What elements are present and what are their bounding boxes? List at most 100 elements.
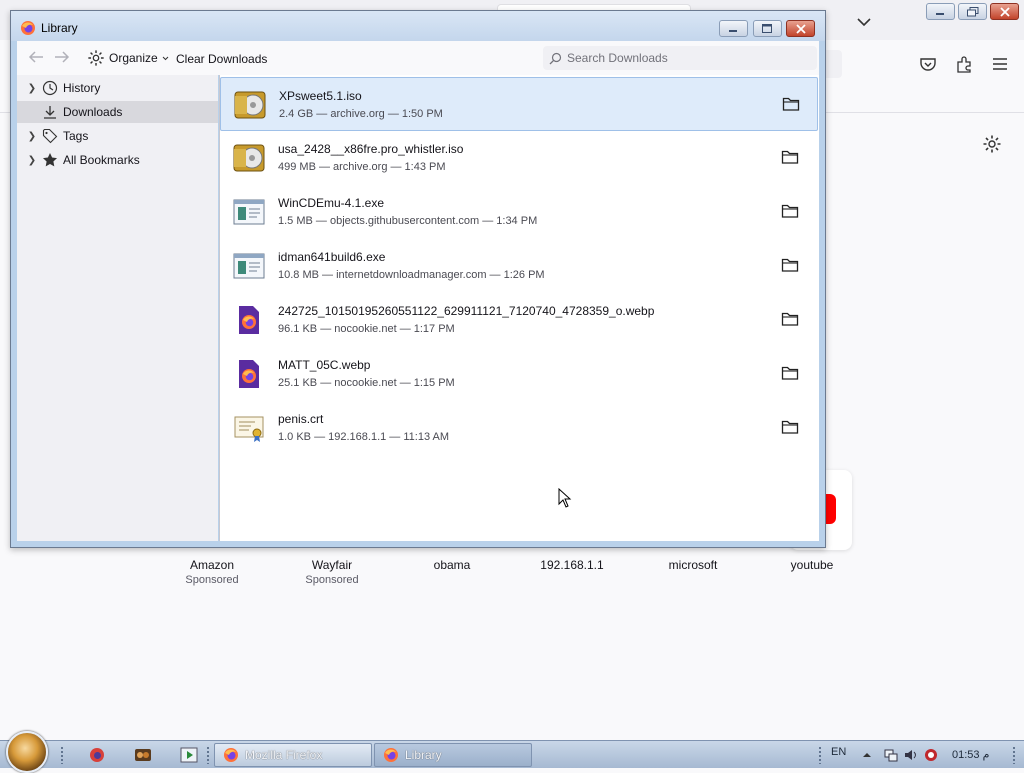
download-row[interactable]: MATT_05C.webp 25.1 KB — nocookie.net — 1… (220, 347, 818, 401)
language-indicator[interactable]: EN (831, 746, 846, 758)
firefox-icon (21, 21, 35, 35)
maximize-icon (762, 23, 772, 33)
close-button[interactable] (786, 20, 815, 37)
sidebar-item-history[interactable]: ❯ History (17, 77, 218, 99)
close-icon (795, 23, 806, 34)
library-window: Library Organize Clear Downloads Search … (10, 10, 826, 548)
file-name: XPsweet5.1.iso (279, 89, 362, 103)
taskbar-button-firefox[interactable]: Mozilla Firefox (214, 743, 372, 767)
top-site-label: obama (433, 558, 471, 572)
extensions-icon[interactable] (954, 54, 974, 74)
download-row[interactable]: idman641build6.exe 10.8 MB — internetdow… (220, 239, 818, 293)
star-icon (41, 151, 59, 169)
folder-icon[interactable] (781, 419, 799, 435)
maximize-button[interactable] (753, 20, 782, 37)
top-site-label: microsoft (668, 558, 718, 572)
top-site-wayfair[interactable]: Wayfair Sponsored (277, 558, 387, 586)
download-row[interactable]: 242725_10150195260551122_629911121_71207… (220, 293, 818, 347)
back-arrow-icon[interactable] (27, 50, 45, 66)
file-details: 96.1 KB — nocookie.net — 1:17 PM (278, 323, 455, 335)
search-icon (549, 52, 562, 64)
show-desktop-button[interactable] (1012, 746, 1016, 764)
sidebar-item-all-bookmarks[interactable]: ❯ All Bookmarks (17, 149, 218, 171)
file-name: usa_2428__x86fre.pro_whistler.iso (278, 142, 464, 156)
search-downloads-box[interactable] (543, 46, 817, 70)
taskbar-grip[interactable] (60, 746, 64, 764)
folder-icon[interactable] (781, 311, 799, 327)
security-shield-icon[interactable] (924, 748, 938, 762)
start-button[interactable] (6, 731, 48, 773)
folder-icon[interactable] (781, 149, 799, 165)
clock[interactable]: 01:53 م (952, 748, 989, 761)
folder-icon[interactable] (781, 257, 799, 273)
file-name: penis.crt (278, 412, 324, 426)
taskbar: Mozilla Firefox Library EN 01:53 م (0, 731, 1024, 773)
download-icon (41, 103, 59, 121)
minimize-button[interactable] (719, 20, 748, 37)
network-icon[interactable] (884, 748, 898, 762)
library-toolbar: Organize Clear Downloads (17, 41, 819, 75)
download-row[interactable]: penis.crt 1.0 KB — 192.168.1.1 — 11:13 A… (220, 401, 818, 455)
folder-icon[interactable] (781, 203, 799, 219)
download-row[interactable]: XPsweet5.1.iso 2.4 GB — archive.org — 1:… (220, 77, 818, 131)
top-site-amazon[interactable]: Amazon Sponsored (157, 558, 267, 586)
top-site-label: youtube (790, 558, 834, 572)
window-title: Library (41, 21, 78, 35)
top-site-label: 192.168.1.1 (540, 558, 604, 572)
app-quicklaunch-icon[interactable] (134, 746, 152, 764)
sidebar-item-tags[interactable]: ❯ Tags (17, 125, 218, 147)
top-site-label: Amazon (189, 558, 235, 572)
file-name: idman641build6.exe (278, 250, 386, 264)
tag-icon (41, 127, 59, 145)
back-arrow-icon (28, 51, 43, 63)
taskbar-button-label: Library (405, 748, 442, 762)
top-site-label: Wayfair (311, 558, 353, 572)
expand-arrow-icon[interactable]: ❯ (25, 83, 39, 94)
top-site-youtube[interactable]: youtube (757, 558, 867, 574)
file-details: 10.8 MB — internetdownloadmanager.com — … (278, 269, 545, 281)
file-details: 2.4 GB — archive.org — 1:50 PM (279, 108, 443, 120)
taskbar-grip[interactable] (206, 746, 210, 764)
top-site-microsoft[interactable]: microsoft (638, 558, 748, 574)
top-site-router[interactable]: 192.168.1.1 (517, 558, 627, 574)
clear-downloads-button[interactable]: Clear Downloads (176, 52, 267, 66)
sidebar-item-label: All Bookmarks (63, 153, 140, 167)
gear-icon[interactable] (982, 134, 1002, 154)
firefox-icon (224, 748, 238, 762)
file-name: MATT_05C.webp (278, 358, 371, 372)
sidebar-item-label: Downloads (63, 105, 123, 119)
menu-icon[interactable] (990, 54, 1010, 74)
taskbar-button-label: Mozilla Firefox (245, 748, 323, 762)
taskbar-button-library[interactable]: Library (374, 743, 532, 767)
clock-icon (41, 79, 59, 97)
pocket-icon[interactable] (918, 54, 938, 74)
volume-icon[interactable] (904, 748, 918, 762)
library-title-bar[interactable]: Library (11, 11, 825, 41)
minimize-button[interactable] (926, 3, 955, 20)
expand-arrow-icon[interactable]: ❯ (25, 131, 39, 142)
top-site-obama[interactable]: obama (397, 558, 507, 574)
taskbar-grip[interactable] (818, 746, 822, 764)
folder-icon[interactable] (782, 96, 800, 112)
firefox-quicklaunch-icon[interactable] (88, 746, 106, 764)
sidebar-item-downloads[interactable]: Downloads (17, 101, 218, 123)
expand-arrow-icon[interactable]: ❯ (25, 155, 39, 166)
forward-arrow-icon[interactable] (53, 50, 71, 66)
organize-menu-button[interactable]: Organize (83, 47, 173, 69)
media-player-quicklaunch-icon[interactable] (180, 746, 198, 764)
download-row[interactable]: WinCDEmu-4.1.exe 1.5 MB — objects.github… (220, 185, 818, 239)
chevron-up-icon[interactable] (860, 748, 874, 762)
search-input[interactable] (567, 51, 807, 65)
restore-icon (966, 6, 978, 16)
firefox-document-icon (239, 306, 259, 334)
sidebar-item-label: Tags (63, 129, 89, 143)
chevron-down-icon[interactable] (852, 10, 876, 34)
folder-icon[interactable] (781, 365, 799, 381)
close-button[interactable] (990, 3, 1019, 20)
file-details: 1.0 KB — 192.168.1.1 — 11:13 AM (278, 431, 450, 443)
mouse-cursor-icon (558, 488, 572, 508)
close-icon (999, 6, 1010, 17)
restore-button[interactable] (958, 3, 987, 20)
download-row[interactable]: usa_2428__x86fre.pro_whistler.iso 499 MB… (220, 131, 818, 185)
gear-icon (88, 50, 104, 66)
